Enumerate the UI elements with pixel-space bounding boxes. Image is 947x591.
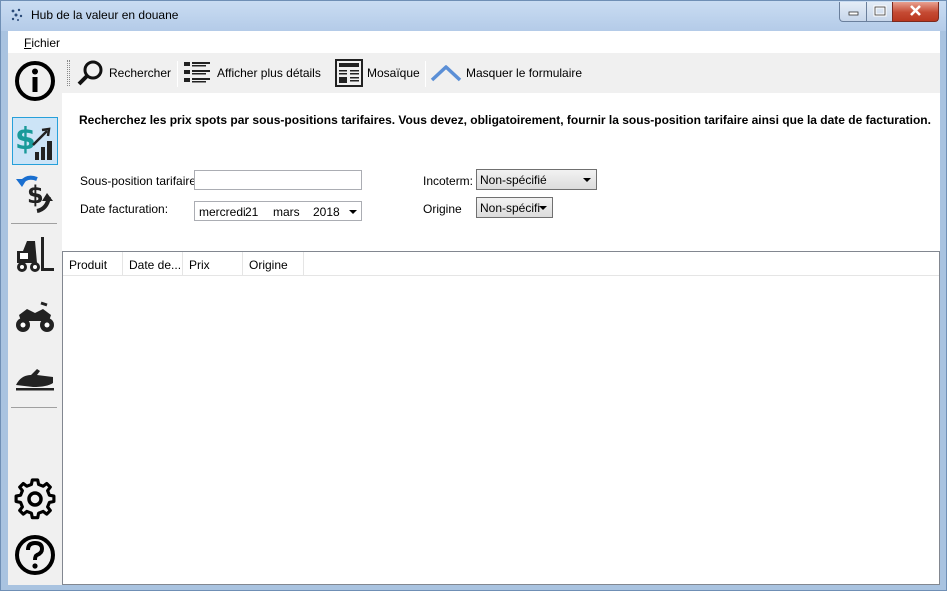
sidebar-item-help[interactable] (12, 531, 58, 579)
close-button[interactable] (892, 2, 939, 22)
hide-form-button-label: Masquer le formulaire (466, 66, 583, 80)
sidebar-item-forklift[interactable] (12, 231, 58, 279)
minimize-button[interactable] (839, 2, 867, 22)
svg-text:$: $ (27, 181, 44, 209)
search-button-label: Rechercher (109, 66, 172, 80)
toolbar-grip[interactable] (67, 60, 70, 86)
maximize-button[interactable] (866, 2, 893, 22)
incoterm-value: Non-spécifié (480, 172, 547, 187)
help-icon (15, 535, 55, 575)
mosaic-button-label: Mosaïque (367, 66, 420, 80)
date-weekday: mercredi (199, 205, 246, 219)
details-button-label: Afficher plus détails (217, 66, 321, 80)
tariff-input[interactable] (194, 170, 362, 190)
menu-bar: Fichier (8, 31, 940, 53)
origin-label: Origine (423, 202, 462, 216)
sidebar-separator (11, 223, 57, 224)
toolbar-separator (177, 61, 178, 87)
incoterm-label: Incoterm: (423, 174, 474, 188)
window-title: Hub de la valeur en douane (31, 8, 179, 22)
chevron-down-icon[interactable] (349, 210, 357, 214)
form-instruction: Recherchez les prix spots par sous-posit… (79, 113, 931, 127)
chevron-down-icon (539, 206, 547, 210)
tariff-label: Sous-position tarifaire: (80, 174, 200, 188)
date-month: mars (273, 205, 300, 219)
results-header: Produit Date de... Prix Origine (63, 252, 939, 276)
info-icon (15, 61, 55, 101)
svg-text:$: $ (15, 122, 36, 157)
details-list-icon (184, 62, 210, 83)
sidebar-item-atv[interactable] (12, 293, 58, 341)
incoterm-select[interactable]: Non-spécifié (476, 169, 597, 190)
date-picker[interactable]: mercredi 21 mars 2018 (194, 201, 362, 221)
details-button[interactable]: Afficher plus détails (182, 58, 321, 88)
mosaic-button[interactable]: Mosaïque (334, 58, 420, 88)
results-list[interactable]: Produit Date de... Prix Origine (62, 251, 940, 585)
chevron-down-icon (583, 178, 591, 182)
sidebar-item-exchange[interactable]: $ (12, 169, 58, 217)
sidebar-item-info[interactable] (12, 57, 58, 105)
menu-file[interactable]: Fichier (24, 36, 60, 50)
hide-form-button[interactable]: Masquer le formulaire (429, 58, 582, 88)
search-button[interactable]: Rechercher (76, 58, 171, 88)
currency-exchange-icon: $ (16, 175, 53, 213)
app-window: Hub de la valeur en douane Fichier $ $ R… (0, 0, 947, 591)
app-icon (11, 8, 23, 21)
date-day: 21 (245, 205, 259, 219)
date-year: 2018 (313, 205, 340, 219)
jetski-icon (16, 369, 54, 391)
chevron-up-icon (430, 65, 462, 82)
origin-select[interactable]: Non-spécifi (476, 197, 553, 218)
toolbar: Rechercher Afficher plus détails Mosaïqu… (62, 53, 940, 93)
column-header-price[interactable]: Prix (183, 252, 243, 276)
search-icon (77, 60, 103, 86)
sidebar-item-jetski[interactable] (12, 351, 58, 399)
column-header-product[interactable]: Produit (63, 252, 123, 276)
maximize-icon (873, 5, 887, 17)
sidebar-item-spot-prices[interactable]: $ (12, 117, 58, 165)
toolbar-separator (425, 61, 426, 87)
title-bar[interactable]: Hub de la valeur en douane (1, 1, 946, 31)
sidebar-item-settings[interactable] (12, 475, 58, 523)
close-icon (910, 5, 921, 16)
sidebar: $ $ (8, 53, 62, 585)
client-area: Fichier $ $ Rechercher Afficher plus dét… (8, 31, 940, 585)
sidebar-separator (11, 407, 57, 408)
atv-icon (16, 301, 54, 332)
search-form-panel: Recherchez les prix spots par sous-posit… (62, 93, 940, 251)
origin-value: Non-spécifi (480, 200, 541, 215)
menu-file-label: ichier (31, 36, 61, 50)
column-header-origin[interactable]: Origine (243, 252, 304, 276)
forklift-icon (17, 237, 54, 272)
minimize-icon (848, 11, 859, 16)
column-header-date[interactable]: Date de... (123, 252, 183, 276)
dollar-chart-icon: $ (15, 122, 52, 160)
mosaic-icon (335, 59, 363, 87)
date-label: Date facturation: (80, 202, 169, 216)
gear-icon (14, 478, 56, 520)
